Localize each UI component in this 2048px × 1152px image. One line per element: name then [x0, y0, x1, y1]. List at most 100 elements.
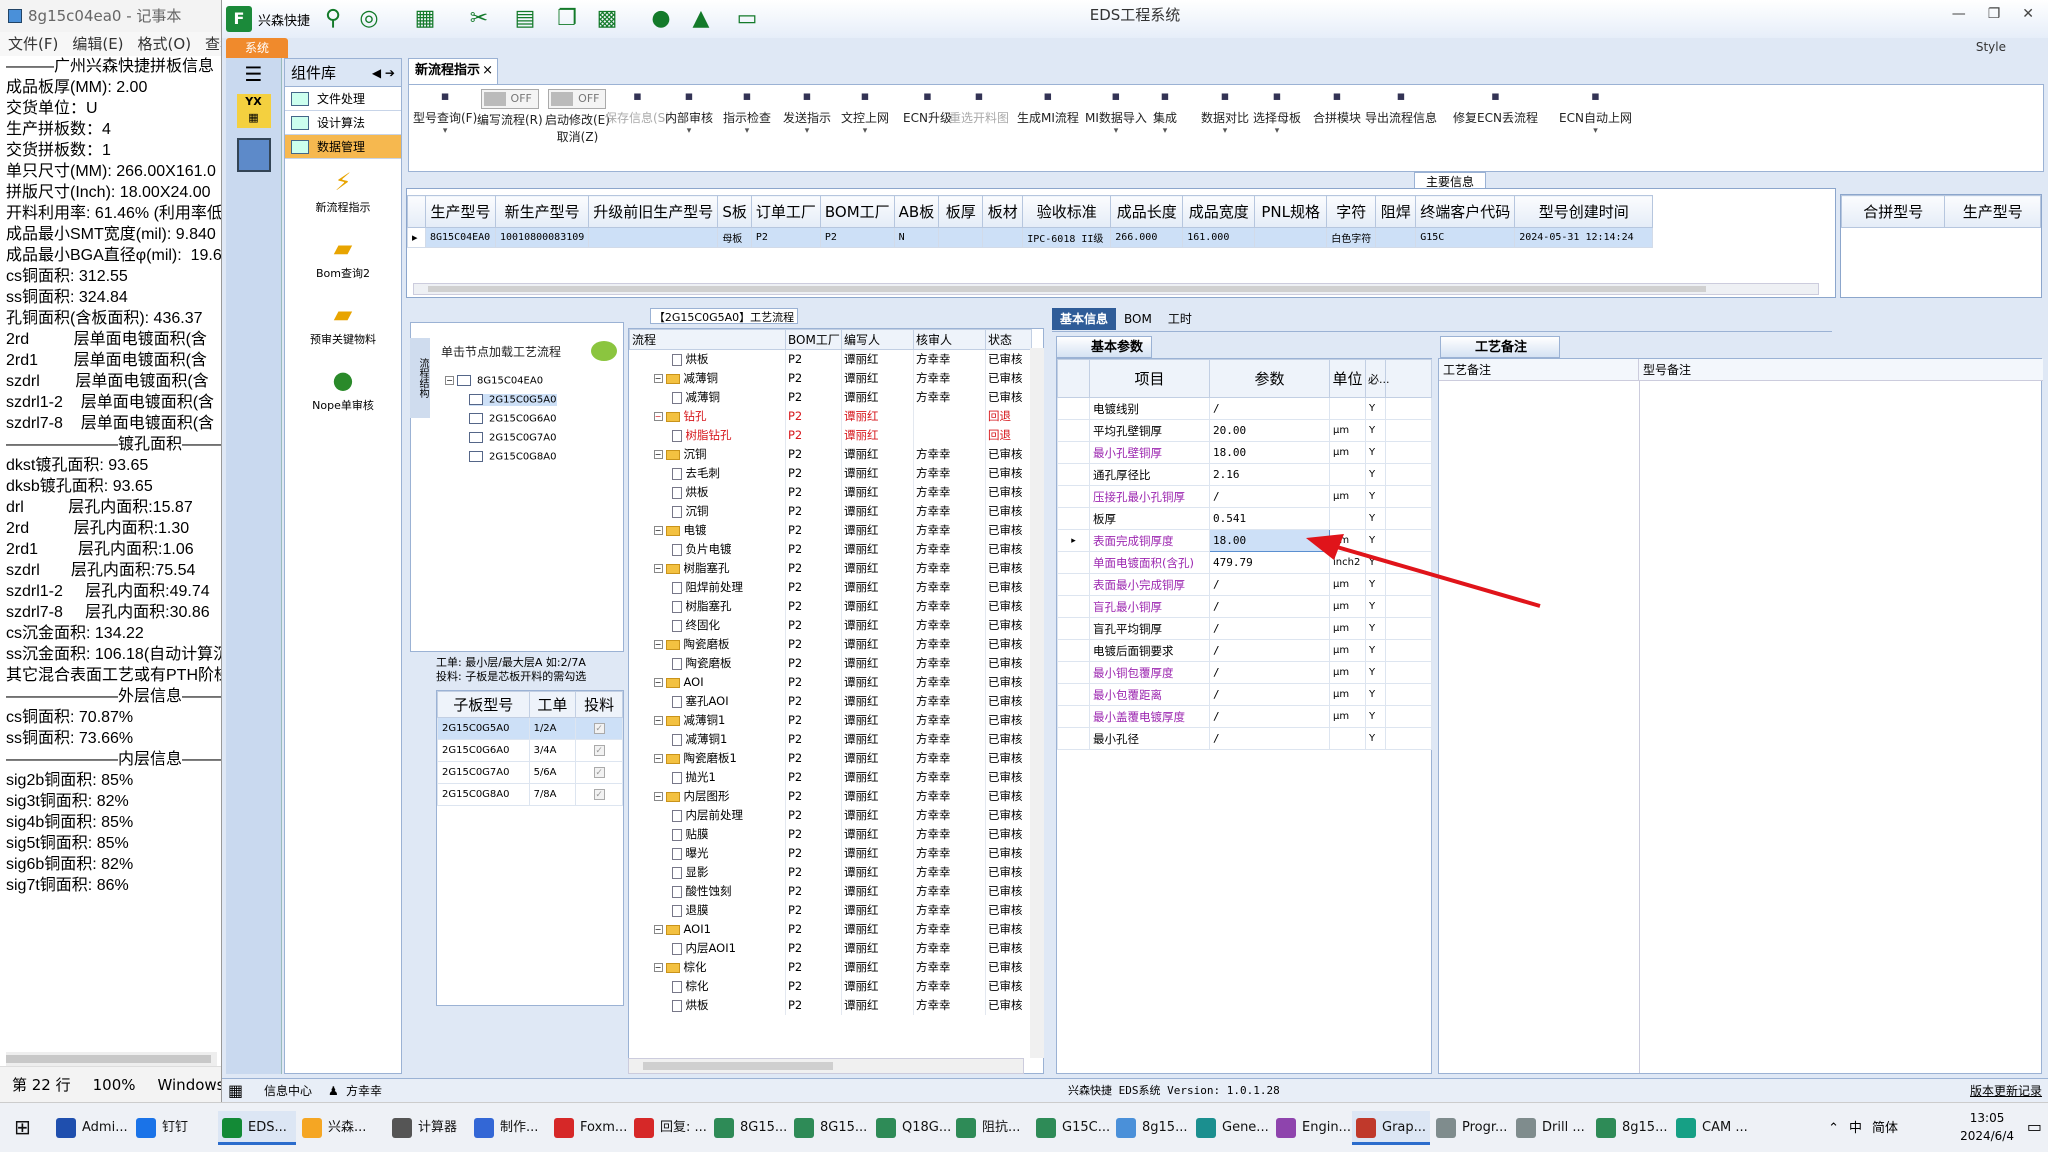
menu-edit[interactable]: 编辑(E) [72, 35, 123, 53]
main-col-header[interactable]: 终端客户代码 [1415, 195, 1516, 228]
ribbon-btn-11[interactable]: ▪ MI数据导入 ▾ [1085, 89, 1147, 136]
param-value-cell[interactable]: 18.00 [1209, 441, 1330, 464]
ribbon-btn-14[interactable]: ▪ 选择母板 ▾ [1253, 89, 1301, 136]
flow-row[interactable]: 陶瓷磨板 P2 谭丽红 方幸幸 已审核 [629, 653, 1032, 673]
ime-indicator[interactable]: ⌃ 中简体 [1818, 1117, 1898, 1136]
param-value-cell[interactable]: 479.79 [1209, 551, 1330, 574]
taskbar-item[interactable]: 8G15... [710, 1111, 788, 1145]
chevron-down-icon[interactable]: ▾ [1153, 126, 1177, 136]
ribbon-btn-17[interactable]: ▪ 修复ECN丢流程 [1453, 89, 1538, 126]
flow-row[interactable]: 退膜 P2 谭丽红 方幸幸 已审核 [629, 900, 1032, 920]
feed-checkbox[interactable]: ✓ [593, 723, 605, 734]
main-col-header[interactable]: 成品宽度 [1182, 195, 1256, 228]
param-row[interactable]: 最小孔壁铜厚 18.00 μm Y [1057, 441, 1432, 464]
collapse-icon[interactable]: − [653, 792, 663, 801]
flow-row[interactable]: 抛光1 P2 谭丽红 方幸幸 已审核 [629, 767, 1032, 787]
notepad-hscrollbar[interactable] [6, 1052, 217, 1066]
ribbon-btn-18[interactable]: ▪ ECN自动上网 ▾ [1559, 89, 1632, 136]
chevron-down-icon[interactable]: ▾ [413, 126, 477, 136]
flow-row[interactable]: − 减薄铜1 P2 谭丽红 方幸幸 已审核 [629, 710, 1032, 730]
param-value-cell[interactable]: / [1209, 595, 1330, 618]
ime-mode[interactable]: 简体 [1872, 1121, 1898, 1136]
flow-row[interactable]: − 陶瓷磨板1 P2 谭丽红 方幸幸 已审核 [629, 748, 1032, 768]
flow-row[interactable]: 终固化 P2 谭丽红 方幸幸 已审核 [629, 615, 1032, 635]
main-col-header[interactable]: 字符 [1326, 195, 1377, 228]
taskbar-item[interactable]: CAM ... [1672, 1111, 1750, 1145]
param-value-cell[interactable]: / [1209, 617, 1330, 640]
flow-row[interactable]: 减薄铜1 P2 谭丽红 方幸幸 已审核 [629, 729, 1032, 749]
collapse-icon[interactable]: − [653, 564, 663, 573]
flow-row[interactable]: − 减薄铜 P2 谭丽红 方幸幸 已审核 [629, 368, 1032, 388]
main-col-header[interactable]: 生产型号 [425, 195, 496, 228]
param-row[interactable]: 最小铜包覆厚度 / μm Y [1057, 661, 1432, 684]
ribbon-btn-9[interactable]: ▪ 重选开料图 [949, 89, 1009, 126]
menu-format[interactable]: 格式(O) [138, 35, 192, 53]
main-cell[interactable]: 10010800083109 [494, 227, 590, 248]
flow-row[interactable]: 烘板 P2 谭丽红 方幸幸 已审核 [629, 482, 1032, 502]
taskbar-item[interactable]: 8g15... [1112, 1111, 1190, 1145]
tab-work-hours[interactable]: 工时 [1160, 308, 1200, 330]
ribbon-btn-10[interactable]: ▪ 生成MI流程 [1017, 89, 1079, 126]
menu-file[interactable]: 文件(F) [8, 35, 58, 53]
flow-row[interactable]: 曝光 P2 谭丽红 方幸幸 已审核 [629, 843, 1032, 863]
process-remark-header[interactable]: 工艺备注 [1440, 336, 1560, 358]
yx-module-icon[interactable]: YX ▦ [236, 94, 271, 128]
flow-row[interactable]: − 树脂塞孔 P2 谭丽红 方幸幸 已审核 [629, 558, 1032, 578]
taskbar-item[interactable]: G15C... [1032, 1111, 1110, 1145]
param-value-cell[interactable]: 2.16 [1209, 463, 1330, 486]
nav-nope-review[interactable]: ● Nope单审核 [285, 367, 401, 423]
start-icon[interactable]: ⊞ [14, 1117, 34, 1137]
collapse-icon[interactable]: − [653, 526, 663, 535]
main-col-header[interactable]: 验收标准 [1022, 195, 1112, 228]
taskbar-item[interactable]: EDS... [218, 1111, 296, 1145]
ribbon-btn-5[interactable]: ▪ 指示检查 ▾ [723, 89, 771, 136]
nav-new-flow-instruction[interactable]: ⚡ 新流程指示 [285, 169, 401, 225]
ribbon-btn-7[interactable]: ▪ 文控上网 ▾ [841, 89, 889, 136]
collapse-icon[interactable]: − [653, 678, 663, 687]
ribbon-sublabel[interactable]: 取消(Z) [545, 128, 610, 145]
tree-node-child[interactable]: 2G15C0G5A0 [469, 394, 557, 406]
work-order-cell[interactable]: 7/8A [528, 783, 577, 806]
collapse-icon[interactable]: − [653, 374, 663, 383]
param-row[interactable]: ▸ 表面完成铜厚度 18.00 μm Y [1057, 529, 1432, 552]
ribbon-btn-3[interactable]: ▪ 保存信息(S) [605, 89, 670, 126]
collapse-icon[interactable]: − [653, 925, 663, 934]
tree-node-child[interactable]: 2G15C0G7A0 [469, 432, 557, 444]
param-value-cell[interactable]: / [1209, 397, 1330, 420]
param-value-cell[interactable]: / [1209, 573, 1330, 596]
main-col-header[interactable]: AB板 [893, 195, 940, 228]
taskbar-item[interactable]: 8g15... [1592, 1111, 1670, 1145]
table-row[interactable]: 2G15C0G5A0 1/2A ✓ [437, 717, 623, 740]
main-col-header[interactable]: 型号创建时间 [1514, 195, 1654, 228]
taskbar-item[interactable]: Drill ... [1512, 1111, 1590, 1145]
chevron-down-icon[interactable]: ▾ [665, 126, 713, 136]
flow-row[interactable]: 烘板 P2 谭丽红 方幸幸 已审核 [629, 349, 1032, 369]
ribbon-btn-4[interactable]: ▪ 内部审核 ▾ [665, 89, 713, 136]
close-tab-icon[interactable]: × [482, 59, 493, 83]
collapse-icon[interactable]: − [653, 450, 663, 459]
taskbar-item[interactable]: 兴森... [298, 1111, 376, 1145]
flow-row[interactable]: − 钻孔 P2 谭丽红 回退 [629, 406, 1032, 426]
nav-file-processing[interactable]: 文件处理 [285, 87, 401, 111]
main-cell[interactable]: 8G15C04EA0 [425, 227, 496, 248]
chevron-down-icon[interactable]: ▾ [1253, 126, 1301, 136]
flow-row[interactable]: 棕化 P2 谭丽红 方幸幸 已审核 [629, 976, 1032, 996]
main-col-header[interactable]: 订单工厂 [750, 195, 821, 228]
ribbon-btn-2[interactable]: OFF 启动修改(E) 取消(Z) [545, 89, 610, 145]
work-order-cell[interactable]: 1/2A [528, 717, 577, 740]
main-col-header[interactable]: S板 [717, 195, 752, 228]
basic-params-header[interactable]: 基本参数 [1056, 336, 1152, 358]
param-row[interactable]: 通孔厚径比 2.16 Y [1057, 463, 1432, 486]
collapse-icon[interactable]: − [653, 754, 663, 763]
minimize-icon[interactable]: — [1952, 6, 1966, 22]
notepad-text-area[interactable]: ———广州兴森快捷拼板信息 成品板厚(MM): 2.00 交货单位：U 生产拼板数：4… [6, 56, 221, 1066]
flow-row[interactable]: 树脂钻孔 P2 谭丽红 回退 [629, 425, 1032, 445]
main-cell[interactable]: IPC-6018 II级 [1022, 227, 1112, 248]
main-col-header[interactable]: 阻焊 [1375, 195, 1417, 228]
param-value-cell[interactable]: 20.00 [1209, 419, 1330, 442]
pin-icon[interactable]: ◀ ➔ [372, 59, 395, 87]
flow-row[interactable]: 酸性蚀刻 P2 谭丽红 方幸幸 已审核 [629, 881, 1032, 901]
flow-row[interactable]: 负片电镀 P2 谭丽红 方幸幸 已审核 [629, 539, 1032, 559]
param-row[interactable]: 表面最小完成铜厚 / μm Y [1057, 573, 1432, 596]
param-value-cell[interactable]: / [1209, 705, 1330, 728]
